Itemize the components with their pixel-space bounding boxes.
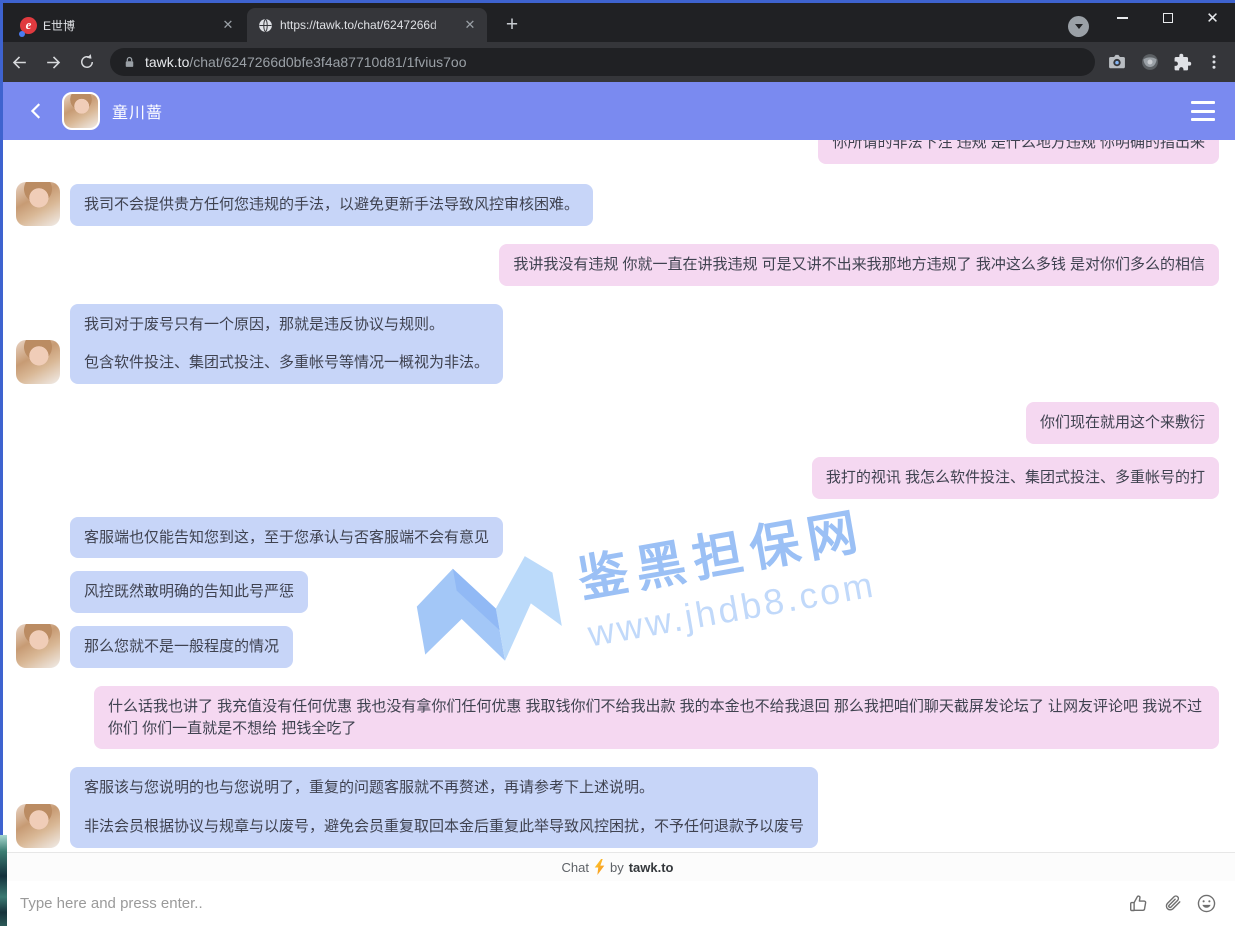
back-button[interactable]	[4, 47, 34, 77]
window-left-border	[0, 3, 3, 835]
reload-icon	[78, 53, 96, 71]
chat-bubble-right: 我打的视讯 我怎么软件投注、集团式投注、多重帐号的打	[812, 457, 1219, 499]
chat-bubble-left: 客服端也仅能告知您到这，至于您承认与否客服端不会有意见	[70, 517, 503, 559]
agent-name: 童川蔷	[112, 99, 163, 123]
reload-button[interactable]	[72, 47, 102, 77]
attach-file-button[interactable]	[1161, 893, 1183, 915]
chat-message-area[interactable]: 你所谓的非法下注 违规 是什么地方违规 你明确的指出来我司不会提供贵方任何您违规…	[0, 140, 1235, 852]
eshibo-favicon-icon: e	[20, 17, 37, 34]
close-icon: ✕	[1206, 11, 1219, 26]
chat-back-button[interactable]	[24, 98, 50, 124]
tab-close-icon[interactable]: ✕	[219, 16, 237, 34]
browser-tab-bar: e E世博 ✕ https://tawk.to/chat/6247266d ✕ …	[0, 0, 1235, 42]
agent-avatar	[16, 182, 60, 226]
url-path: /chat/6247266d0bfe3f4a87710d81/1fvius7oo	[189, 54, 466, 70]
smiley-icon	[1196, 893, 1217, 914]
agent-avatar	[16, 340, 60, 384]
chevron-down-icon	[1075, 24, 1083, 29]
window-close-button[interactable]: ✕	[1190, 3, 1235, 33]
browser-toolbar: tawk.to/chat/6247266d0bfe3f4a87710d81/1f…	[0, 42, 1235, 82]
tab-tawkto-chat[interactable]: https://tawk.to/chat/6247266d ✕	[247, 8, 487, 42]
message-input[interactable]	[20, 895, 1127, 912]
message-group: 你所谓的非法下注 违规 是什么地方违规 你明确的指出来	[16, 140, 1219, 164]
message-group: 我司不会提供贵方任何您违规的手法，以避免更新手法导致风控审核困难。	[16, 182, 1219, 226]
message-composer	[0, 881, 1235, 926]
globe-favicon-icon	[257, 17, 274, 34]
emoji-button[interactable]	[1195, 893, 1217, 915]
minimize-icon	[1117, 17, 1128, 19]
agent-avatar	[16, 804, 60, 848]
address-bar[interactable]: tawk.to/chat/6247266d0bfe3f4a87710d81/1f…	[110, 48, 1095, 76]
maximize-icon	[1163, 13, 1173, 23]
hamburger-icon	[1191, 101, 1215, 104]
window-top-border	[0, 0, 1235, 3]
message-group: 客服端也仅能告知您到这，至于您承认与否客服端不会有意见风控既然敢明确的告知此号严…	[16, 517, 1219, 668]
chat-footer: Chat by tawk.to	[0, 852, 1235, 881]
lock-icon	[122, 55, 137, 70]
new-tab-button[interactable]: +	[499, 12, 525, 38]
chevron-left-icon	[26, 100, 48, 122]
thumbs-up-icon	[1128, 893, 1149, 914]
message-group: 我讲我没有违规 你就一直在讲我违规 可是又讲不出来我那地方违规了 我冲这么多钱 …	[16, 244, 1219, 286]
agent-avatar	[16, 624, 60, 668]
chat-bubble-right: 什么话我也讲了 我充值没有任何优惠 我也没有拿你们任何优惠 我取钱你们不给我出款…	[94, 686, 1219, 750]
chat-bubble-left: 我司对于废号只有一个原因，那就是违反协议与规则。包含软件投注、集团式投注、多重帐…	[70, 304, 503, 385]
message-group: 什么话我也讲了 我充值没有任何优惠 我也没有拿你们任何优惠 我取钱你们不给我出款…	[16, 686, 1219, 750]
extensions-puzzle-icon[interactable]	[1173, 53, 1192, 72]
tawkto-brand-link[interactable]: tawk.to	[629, 860, 674, 875]
footer-chat-label: Chat	[562, 860, 589, 875]
chat-menu-button[interactable]	[1191, 101, 1215, 121]
message-group: 你们现在就用这个来敷衍我打的视讯 我怎么软件投注、集团式投注、多重帐号的打	[16, 402, 1219, 499]
tab-title: E世博	[43, 17, 213, 34]
tab-close-icon[interactable]: ✕	[461, 16, 479, 34]
footer-by-label: by	[610, 860, 624, 875]
message-group: 客服该与您说明的也与您说明了，重复的问题客服就不再赘述，再请参考下上述说明。非法…	[16, 767, 1219, 848]
tab-eshibo[interactable]: e E世博 ✕	[10, 8, 245, 42]
back-arrow-icon	[10, 53, 29, 72]
forward-button[interactable]	[38, 47, 68, 77]
forward-arrow-icon	[44, 53, 63, 72]
window-maximize-button[interactable]	[1145, 3, 1190, 33]
screenshot-extension-icon[interactable]	[1107, 52, 1127, 72]
chat-bubble-right: 我讲我没有违规 你就一直在讲我违规 可是又讲不出来我那地方违规了 我冲这么多钱 …	[499, 244, 1219, 286]
message-list: 你所谓的非法下注 违规 是什么地方违规 你明确的指出来我司不会提供贵方任何您违规…	[0, 140, 1235, 848]
chat-header: 童川蔷	[0, 82, 1235, 140]
thumbs-up-button[interactable]	[1127, 893, 1149, 915]
chat-bubble-right: 你们现在就用这个来敷衍	[1026, 402, 1219, 444]
window-minimize-button[interactable]	[1100, 3, 1145, 33]
chat-bubble-left: 风控既然敢明确的告知此号严惩	[70, 571, 308, 613]
url-domain: tawk.to	[145, 54, 189, 70]
desktop-background-strip	[0, 835, 7, 926]
message-group: 我司对于废号只有一个原因，那就是违反协议与规则。包含软件投注、集团式投注、多重帐…	[16, 304, 1219, 385]
tab-search-button[interactable]	[1068, 16, 1089, 37]
extension-globe-icon[interactable]	[1140, 52, 1160, 72]
browser-menu-icon[interactable]	[1205, 53, 1223, 71]
chat-bubble-right: 你所谓的非法下注 违规 是什么地方违规 你明确的指出来	[818, 140, 1219, 164]
tab-title: https://tawk.to/chat/6247266d	[280, 18, 455, 32]
paperclip-icon	[1162, 893, 1183, 914]
url-text: tawk.to/chat/6247266d0bfe3f4a87710d81/1f…	[145, 54, 467, 70]
chat-bubble-left: 那么您就不是一般程度的情况	[70, 626, 293, 668]
agent-avatar	[62, 92, 100, 130]
lightning-icon	[594, 859, 605, 875]
chat-bubble-left: 我司不会提供贵方任何您违规的手法，以避免更新手法导致风控审核困难。	[70, 184, 593, 226]
chat-bubble-left: 客服该与您说明的也与您说明了，重复的问题客服就不再赘述，再请参考下上述说明。非法…	[70, 767, 818, 848]
